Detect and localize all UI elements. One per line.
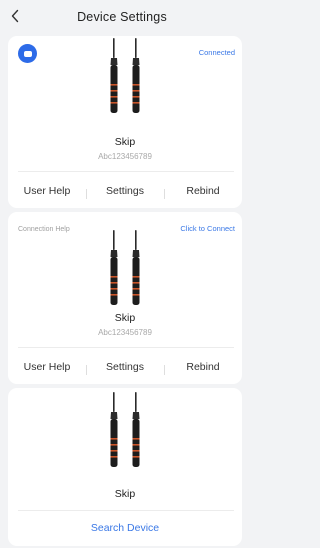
search-device-card: Skip Search Device xyxy=(8,388,242,546)
chevron-left-icon xyxy=(11,9,19,23)
jump-rope-icon xyxy=(110,38,140,113)
device-card-disconnected: Connection Help Click to Connect Skip Ab… xyxy=(8,212,242,384)
device-serial: Abc123456789 xyxy=(98,328,152,337)
back-button[interactable] xyxy=(4,5,26,27)
device-badge-icon xyxy=(18,44,37,63)
click-to-connect-button[interactable]: Click to Connect xyxy=(180,224,235,233)
device-actions: User Help Settings Rebind xyxy=(8,181,242,201)
user-help-button[interactable]: User Help xyxy=(8,361,86,373)
rebind-button[interactable]: Rebind xyxy=(164,185,242,199)
divider xyxy=(18,171,234,172)
rebind-button[interactable]: Rebind xyxy=(164,361,242,375)
device-name: Skip xyxy=(114,488,136,500)
device-serial: Abc123456789 xyxy=(98,152,152,161)
app-header: Device Settings xyxy=(0,0,244,34)
jump-rope-icon xyxy=(110,230,140,305)
connection-help-link[interactable]: Connection Help xyxy=(18,226,70,233)
page-title: Device Settings xyxy=(77,10,167,24)
divider xyxy=(18,510,234,511)
jump-rope-icon xyxy=(110,392,140,467)
search-device-button[interactable]: Search Device xyxy=(8,522,242,534)
device-actions: User Help Settings Rebind xyxy=(8,357,242,377)
divider xyxy=(18,347,234,348)
settings-button[interactable]: Settings xyxy=(86,185,164,199)
connection-status: Connected xyxy=(198,48,235,57)
device-name: Skip xyxy=(114,312,136,324)
user-help-button[interactable]: User Help xyxy=(8,185,86,197)
settings-button[interactable]: Settings xyxy=(86,361,164,375)
device-card-connected: Connected Skip Abc123456789 User Help Se… xyxy=(8,36,242,208)
device-name: Skip xyxy=(114,136,136,148)
